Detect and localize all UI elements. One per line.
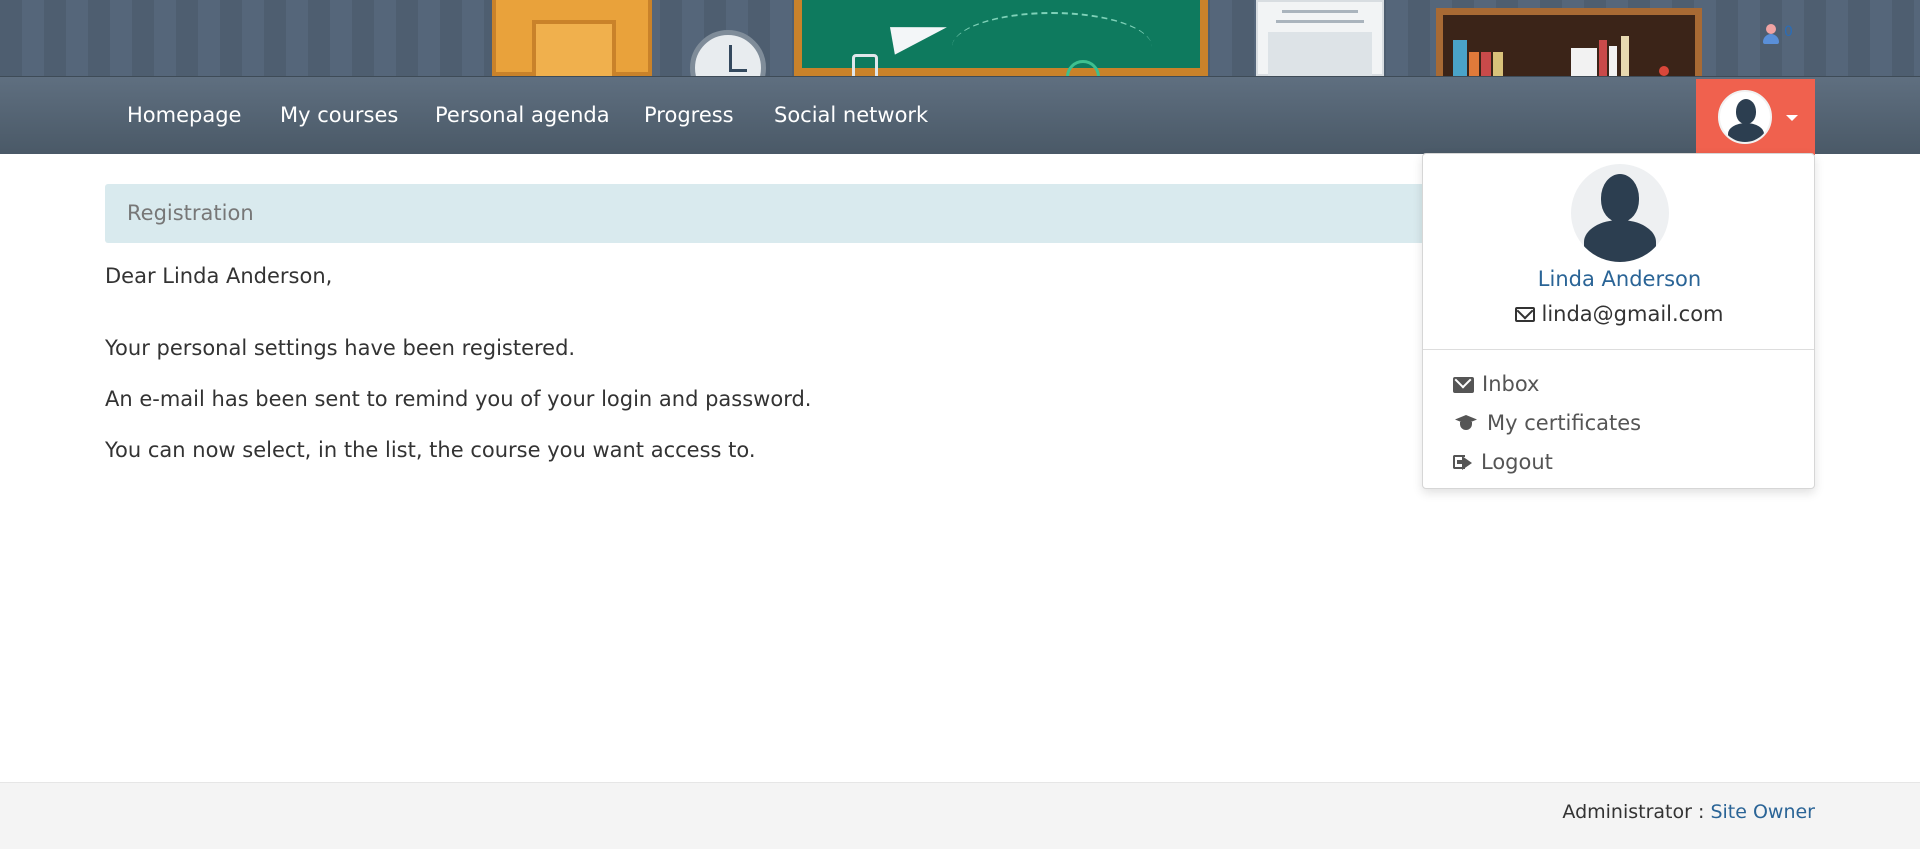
paper-illustration	[1256, 0, 1384, 76]
sign-out-icon	[1453, 454, 1473, 471]
menu-item-logout[interactable]: Logout	[1453, 450, 1553, 474]
user-dropdown-menu: Linda Anderson linda@gmail.com Inbox My …	[1422, 153, 1815, 489]
nav-item-my-courses[interactable]: My courses	[280, 103, 398, 127]
email-sent-text: An e-mail has been sent to remind you of…	[105, 387, 812, 411]
envelope-outline-icon	[1515, 307, 1536, 322]
confirmation-text: Your personal settings have been registe…	[105, 336, 576, 360]
profile-email: linda@gmail.com	[1423, 302, 1816, 326]
profile-email-text: linda@gmail.com	[1541, 302, 1724, 326]
profile-name-link[interactable]: Linda Anderson	[1423, 267, 1816, 291]
bookshelf-illustration	[1436, 8, 1702, 76]
chalkboard-illustration	[794, 0, 1208, 76]
course-select-text: You can now select, in the list, the cou…	[105, 438, 756, 462]
footer-admin-label: Administrator :	[1562, 801, 1705, 823]
clock-illustration	[690, 30, 766, 76]
menu-item-inbox-label: Inbox	[1482, 372, 1540, 396]
main-navbar: Homepage My courses Personal agenda Prog…	[0, 76, 1920, 155]
user-status-icon[interactable]	[1762, 24, 1780, 46]
nav-item-progress[interactable]: Progress	[644, 103, 734, 127]
user-count-badge: 0	[1784, 24, 1793, 40]
nav-item-social-network[interactable]: Social network	[774, 103, 928, 127]
graduation-cap-icon	[1453, 414, 1479, 432]
header-banner: 0	[0, 0, 1920, 76]
footer-admin: Administrator : Site Owner	[1562, 801, 1815, 823]
dropdown-divider	[1423, 349, 1814, 350]
nav-item-personal-agenda[interactable]: Personal agenda	[435, 103, 610, 127]
breadcrumb: Registration	[105, 184, 1428, 243]
greeting-text: Dear Linda Anderson,	[105, 264, 333, 288]
menu-item-my-certificates[interactable]: My certificates	[1453, 411, 1641, 435]
menu-item-inbox[interactable]: Inbox	[1453, 372, 1539, 396]
breadcrumb-current: Registration	[127, 201, 254, 225]
profile-avatar	[1571, 164, 1669, 262]
menu-item-certificates-label: My certificates	[1487, 411, 1642, 435]
caret-down-icon	[1786, 115, 1798, 121]
door-illustration	[492, 0, 652, 76]
envelope-icon	[1453, 377, 1474, 393]
page-footer: Administrator : Site Owner	[0, 782, 1920, 849]
footer-admin-link[interactable]: Site Owner	[1710, 801, 1815, 823]
avatar	[1718, 90, 1772, 144]
user-menu-toggle[interactable]	[1696, 79, 1815, 155]
menu-item-logout-label: Logout	[1481, 450, 1553, 474]
nav-item-homepage[interactable]: Homepage	[127, 103, 241, 127]
